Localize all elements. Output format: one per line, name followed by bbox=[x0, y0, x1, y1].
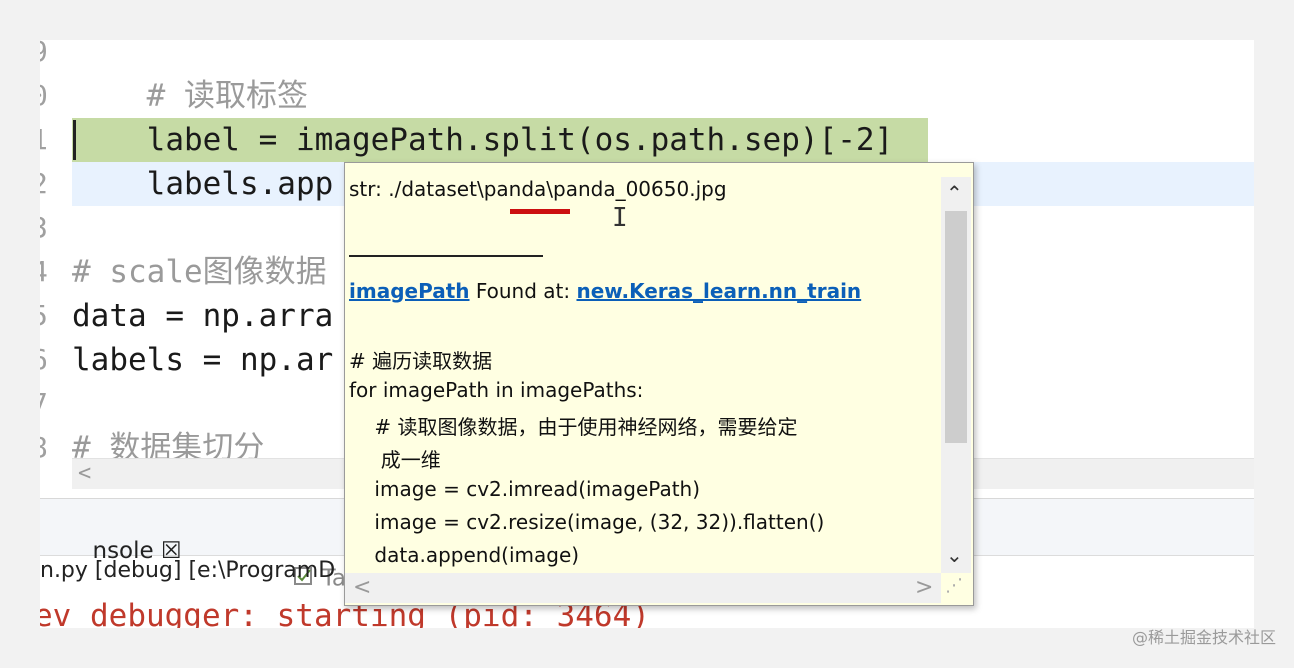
value-suffix: \panda_00650.jpg bbox=[546, 177, 727, 201]
source-line: 成一维 bbox=[349, 448, 441, 472]
line-number: 5 bbox=[40, 294, 48, 338]
scroll-right-arrow-icon[interactable]: > bbox=[915, 575, 933, 600]
popup-horizontal-scrollbar[interactable]: < > bbox=[345, 573, 941, 603]
scroll-left-arrow-icon[interactable]: < bbox=[78, 461, 91, 486]
value-highlighted-segment: panda bbox=[483, 177, 547, 201]
variable-value-line: str: ./dataset\panda\panda_00650.jpg bbox=[349, 177, 727, 201]
watermark: @稀土掘金技术社区 bbox=[1131, 628, 1276, 647]
source-line: data.append(image) bbox=[349, 543, 580, 567]
variable-hover-popup[interactable]: str: ./dataset\panda\panda_00650.jpg I i… bbox=[344, 162, 974, 606]
source-line: image = cv2.resize(image, (32, 32)).flat… bbox=[349, 510, 825, 534]
scroll-left-arrow-icon[interactable]: < bbox=[353, 575, 371, 600]
source-line: for imagePath in imagePaths: bbox=[349, 378, 644, 402]
scroll-thumb[interactable] bbox=[945, 211, 967, 443]
line-number: 4 bbox=[40, 250, 48, 294]
resize-grip-icon[interactable]: ⋰ bbox=[945, 575, 963, 596]
found-at-line: imagePath Found at: new.Keras_learn.nn_t… bbox=[349, 279, 861, 303]
code-line-current[interactable]: label = imagePath.split(os.path.sep)[-2] bbox=[72, 118, 1254, 162]
source-line: # 遍历读取数据 bbox=[349, 349, 493, 373]
location-link[interactable]: new.Keras_learn.nn_train bbox=[576, 279, 861, 303]
popup-separator bbox=[349, 255, 543, 257]
code-line[interactable] bbox=[72, 40, 1254, 74]
source-line: # 读取图像数据，由于使用神经网络，需要给定 bbox=[349, 415, 798, 439]
scroll-down-arrow-icon[interactable]: ⌄ bbox=[946, 543, 963, 567]
red-underline-marker bbox=[510, 209, 570, 214]
line-number: 8 bbox=[40, 426, 48, 470]
line-number: 0 bbox=[40, 74, 48, 118]
source-line: image = cv2.imread(imagePath) bbox=[349, 477, 701, 501]
text-caret bbox=[73, 120, 76, 160]
line-number: 3 bbox=[40, 206, 48, 250]
line-number: 2 bbox=[40, 162, 48, 206]
line-number: 7 bbox=[40, 382, 48, 426]
ide-window: 9 0 1 2 3 4 5 6 7 8 # 读取标签 label = image… bbox=[40, 40, 1254, 628]
line-number: 6 bbox=[40, 338, 48, 382]
code-line-comment[interactable]: # 读取标签 bbox=[72, 74, 1254, 118]
console-process-path: n.py [debug] [e:\ProgramD bbox=[40, 558, 336, 583]
scroll-up-arrow-icon[interactable]: ⌃ bbox=[946, 181, 963, 205]
found-at-text: Found at: bbox=[469, 279, 577, 303]
line-number-gutter: 9 0 1 2 3 4 5 6 7 8 bbox=[40, 40, 70, 498]
variable-link[interactable]: imagePath bbox=[349, 279, 470, 303]
line-number: 9 bbox=[40, 40, 48, 74]
line-number: 1 bbox=[40, 118, 48, 162]
popup-vertical-scrollbar[interactable]: ⌃ ⌄ bbox=[941, 177, 971, 573]
value-prefix: str: ./dataset\ bbox=[349, 177, 484, 201]
text-cursor-icon: I bbox=[612, 203, 628, 233]
